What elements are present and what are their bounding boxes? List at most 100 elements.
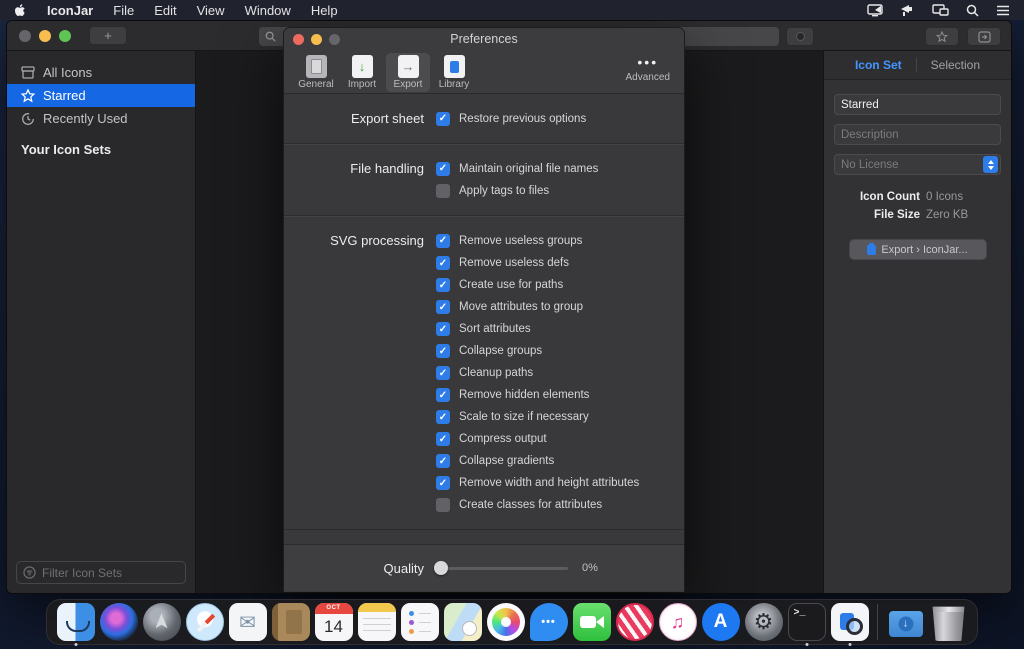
menu-view[interactable]: View xyxy=(187,3,235,18)
view-options-button[interactable] xyxy=(786,27,814,46)
tab-import[interactable]: ↓ Import xyxy=(340,53,384,92)
dock-divider xyxy=(877,604,878,640)
add-icon-set-button[interactable]: + xyxy=(89,26,127,45)
dock-downloads[interactable] xyxy=(887,603,925,641)
dock-system-preferences[interactable]: ⚙ xyxy=(745,603,783,641)
dock-terminal[interactable]: >_ xyxy=(788,603,826,641)
checkbox-remove-useless-groups[interactable] xyxy=(436,234,450,248)
description-field[interactable] xyxy=(834,124,1001,145)
downloads-folder-icon xyxy=(887,603,925,641)
dock-contacts[interactable] xyxy=(272,603,310,641)
dock-mail[interactable]: ✉ xyxy=(229,603,267,641)
checkbox-cleanup-paths[interactable] xyxy=(436,366,450,380)
checkbox-remove-useless-defs[interactable] xyxy=(436,256,450,270)
checkbox-maintain-original-file-names[interactable] xyxy=(436,162,450,176)
running-indicator xyxy=(805,643,808,646)
dialog-titlebar[interactable]: Preferences xyxy=(284,28,684,50)
dock-siri[interactable] xyxy=(100,603,138,641)
tab-advanced[interactable]: ••• Advanced xyxy=(626,55,670,83)
library-icon xyxy=(444,55,465,78)
checkbox-move-attributes-to-group[interactable] xyxy=(436,300,450,314)
display-menu-icon[interactable] xyxy=(867,4,883,17)
license-dropdown[interactable]: No License xyxy=(834,154,1001,175)
license-value: No License xyxy=(841,159,899,171)
tab-export[interactable]: → Export xyxy=(386,53,430,92)
notification-center-icon[interactable] xyxy=(996,5,1010,16)
filter-icon-sets-input[interactable]: Filter Icon Sets xyxy=(16,561,186,584)
clock-icon xyxy=(21,112,35,126)
dock-photos[interactable] xyxy=(487,603,525,641)
checkbox-remove-hidden-elements[interactable] xyxy=(436,388,450,402)
checkbox-collapse-gradients[interactable] xyxy=(436,454,450,468)
dock-facetime[interactable] xyxy=(573,603,611,641)
tab-library[interactable]: Library xyxy=(432,53,476,92)
icon-set-name-field[interactable] xyxy=(834,94,1001,115)
dock-itunes[interactable]: ♫ xyxy=(659,603,697,641)
dock-safari[interactable] xyxy=(186,603,224,641)
sidebar-item-starred[interactable]: Starred xyxy=(7,84,195,107)
dock-notes[interactable] xyxy=(358,603,396,641)
export-icon xyxy=(978,31,991,43)
finder-icon xyxy=(57,603,95,641)
menu-window[interactable]: Window xyxy=(235,3,301,18)
view-options-icon xyxy=(796,32,805,41)
menu-edit[interactable]: Edit xyxy=(144,3,186,18)
dock-maps[interactable] xyxy=(444,603,482,641)
checkbox-create-use-for-paths[interactable] xyxy=(436,278,450,292)
dock-reminders[interactable] xyxy=(401,603,439,641)
icon-count-label: Icon Count xyxy=(834,191,920,203)
reminders-icon xyxy=(401,603,439,641)
menu-app-name[interactable]: IconJar xyxy=(37,3,103,18)
export-button[interactable] xyxy=(967,27,1001,46)
checkbox-collapse-groups[interactable] xyxy=(436,344,450,358)
quality-row: Quality 0% xyxy=(284,544,684,591)
desktop: IconJar File Edit View Window Help xyxy=(0,0,1024,649)
star-button[interactable] xyxy=(925,27,959,46)
dock-launchpad[interactable] xyxy=(143,603,181,641)
archive-icon xyxy=(21,66,35,79)
dock-messages[interactable]: ••• xyxy=(530,603,568,641)
apple-menu-icon[interactable] xyxy=(14,3,27,18)
sidebar-item-recently-used[interactable]: Recently Used xyxy=(7,107,195,130)
notes-icon xyxy=(358,603,396,641)
dock: ✉ OCT14 ••• ♫ A ⚙ >_ xyxy=(46,599,978,645)
terminal-icon: >_ xyxy=(788,603,826,641)
calendar-icon: OCT14 xyxy=(315,603,353,641)
dock-news[interactable] xyxy=(616,603,654,641)
minimize-button[interactable] xyxy=(39,30,51,42)
checkbox-apply-tags-to-files[interactable] xyxy=(436,184,450,198)
photos-icon xyxy=(487,603,525,641)
dock-trash[interactable] xyxy=(930,603,968,641)
menu-file[interactable]: File xyxy=(103,3,144,18)
checkbox-scale-to-size-if-necessary[interactable] xyxy=(436,410,450,424)
export-iconjar-button[interactable]: Export › IconJar... xyxy=(849,239,987,260)
quality-slider[interactable] xyxy=(436,567,568,570)
ellipsis-icon: ••• xyxy=(637,55,658,69)
slider-knob[interactable] xyxy=(434,561,448,575)
dock-calendar[interactable]: OCT14 xyxy=(315,603,353,641)
checkbox-compress-output[interactable] xyxy=(436,432,450,446)
dock-app-store[interactable]: A xyxy=(702,603,740,641)
zoom-button[interactable] xyxy=(59,30,71,42)
search-icon xyxy=(265,31,276,42)
stepper-icon xyxy=(983,156,998,173)
tab-selection[interactable]: Selection xyxy=(917,58,994,72)
filter-icon xyxy=(23,566,36,579)
checkbox-sort-attributes[interactable] xyxy=(436,322,450,336)
dock-finder[interactable] xyxy=(57,603,95,641)
checkbox-create-classes-for-attributes[interactable] xyxy=(436,498,450,512)
checkbox-restore-previous-options[interactable] xyxy=(436,112,450,126)
tab-general[interactable]: General xyxy=(294,53,338,92)
sidebar-item-all-icons[interactable]: All Icons xyxy=(7,61,195,84)
spotlight-icon[interactable] xyxy=(966,4,979,17)
tab-icon-set[interactable]: Icon Set xyxy=(841,58,916,72)
checkbox-remove-width-and-height-attributes[interactable] xyxy=(436,476,450,490)
jar-icon xyxy=(867,245,876,255)
menu-help[interactable]: Help xyxy=(301,3,348,18)
displays-menu-icon[interactable] xyxy=(932,4,949,17)
utility-menu-icon[interactable] xyxy=(900,4,915,17)
close-button[interactable] xyxy=(19,30,31,42)
general-icon xyxy=(306,55,327,78)
dock-iconjar[interactable] xyxy=(831,603,869,641)
sidebar-item-label: Recently Used xyxy=(43,111,128,126)
